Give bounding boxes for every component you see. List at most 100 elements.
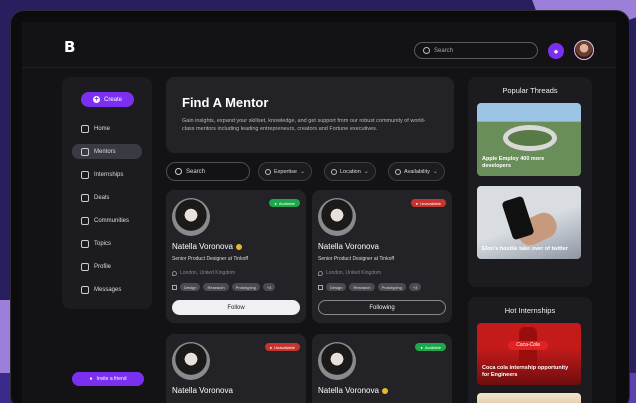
page-title: Find A Mentor xyxy=(182,95,269,110)
chevron-down-icon: ⌄ xyxy=(363,169,369,175)
mentor-location-text: London, United Kingdom xyxy=(326,270,382,276)
mentor-search-input[interactable]: Search xyxy=(166,162,250,181)
tag-chip[interactable]: Design xyxy=(180,283,201,291)
tag-chip[interactable]: Research xyxy=(349,283,375,291)
sidebar-item-profile[interactable]: Profile xyxy=(72,259,142,274)
sidebar-item-mentors[interactable]: Mentors xyxy=(72,144,142,159)
status-label: Available xyxy=(278,200,295,206)
clock-icon xyxy=(395,168,401,175)
sidebar-item-label: Messages xyxy=(94,286,122,293)
popular-threads-panel: Popular Threads Apple Employ 400 more de… xyxy=(468,77,592,287)
mentor-card[interactable]: ● Available Natella Voronova Senior Prod… xyxy=(166,190,306,323)
status-dot-icon: ● xyxy=(415,200,419,206)
mentor-location: London, United Kingdom xyxy=(318,270,381,276)
mentor-card[interactable]: ● Unavailable Natella Voronova xyxy=(166,334,306,403)
mentor-name: Natella Voronova xyxy=(172,386,233,395)
panel-title: Hot Internships xyxy=(504,306,556,315)
coca-cola-logo: Coca-Cola xyxy=(508,341,548,350)
tag-chip[interactable]: Prototyping xyxy=(377,283,406,291)
sidebar-item-communities[interactable]: Communities xyxy=(72,213,142,228)
notification-bell-icon[interactable]: ● xyxy=(548,43,564,59)
status-label: Available xyxy=(424,344,441,350)
tag-chip[interactable]: Research xyxy=(203,283,229,291)
mentor-search-placeholder: Search xyxy=(186,168,206,175)
page-description: Gain insights, expand your skillset, kno… xyxy=(182,118,426,132)
tag-more-chip[interactable]: +3 xyxy=(408,283,422,291)
mentor-name-text: Natella Voronova xyxy=(318,386,379,395)
hot-internships-panel: Hot Internships Coca-Cola Coca cola inte… xyxy=(468,297,592,403)
tag-icon xyxy=(172,284,177,290)
sidebar-item-label: Deals xyxy=(94,194,110,201)
thread-image xyxy=(503,125,557,151)
thread-card[interactable]: Apple Employ 400 more developers xyxy=(477,103,581,176)
sidebar-item-internships[interactable]: Internships xyxy=(72,167,142,182)
sidebar-item-messages[interactable]: Messages xyxy=(72,282,142,297)
tag-chip[interactable]: Design xyxy=(326,283,347,291)
status-dot-icon: ● xyxy=(269,344,273,350)
top-search-input[interactable]: Search xyxy=(414,42,538,59)
create-button-label: Create xyxy=(103,96,122,103)
sidebar-item-deals[interactable]: Deals xyxy=(72,190,142,205)
thread-card[interactable]: Elon's hostile take over of twitter xyxy=(477,186,581,259)
mentor-name: Natella Voronova xyxy=(172,242,242,251)
mentor-name: Natella Voronova xyxy=(318,242,379,251)
thread-caption: Apple Employ 400 more developers xyxy=(482,156,545,169)
verified-icon xyxy=(235,243,242,250)
mentor-card[interactable]: ● Unavailable Natella Voronova Senior Pr… xyxy=(312,190,452,323)
mentor-photo xyxy=(318,342,356,380)
invite-label: Invite a friend xyxy=(96,376,127,382)
following-button[interactable]: Following xyxy=(318,300,446,315)
internship-caption: Coca cola internship opportunity for Eng… xyxy=(482,365,569,378)
app-logo[interactable]: B xyxy=(64,40,80,55)
mentor-name-text: Natella Voronova xyxy=(172,386,233,395)
sidebar-item-label: Topics xyxy=(94,240,112,247)
mentor-photo xyxy=(172,198,210,236)
tag-chip[interactable]: Prototyping xyxy=(231,283,260,291)
mentor-photo xyxy=(318,198,356,236)
internships-icon xyxy=(81,170,89,179)
internship-card[interactable] xyxy=(477,393,581,403)
home-icon xyxy=(81,124,89,133)
availability-filter[interactable]: Availability ⌄ xyxy=(388,162,445,181)
invite-friend-button[interactable]: ● Invite a friend xyxy=(72,372,144,386)
location-icon xyxy=(331,168,337,175)
sidebar-item-home[interactable]: Home xyxy=(72,121,142,136)
mentors-icon xyxy=(81,147,89,156)
deals-icon xyxy=(81,193,89,202)
status-dot-icon: ● xyxy=(420,344,423,350)
status-badge: ● Unavailable xyxy=(410,199,446,207)
sidebar-item-topics[interactable]: Topics xyxy=(72,236,142,251)
mentor-location-text: London, United Kingdom xyxy=(180,270,236,276)
status-badge: ● Available xyxy=(269,199,300,207)
expertise-label: Expertise xyxy=(274,168,297,175)
status-label: Unavailable xyxy=(420,200,441,206)
location-filter[interactable]: Location ⌄ xyxy=(324,162,376,181)
sidebar-item-label: Mentors xyxy=(94,148,116,155)
profile-icon xyxy=(81,262,89,271)
tag-more-chip[interactable]: +3 xyxy=(262,283,276,291)
sidebar: + Create Home Mentors Internships Deals … xyxy=(62,77,152,309)
status-label: Unavailable xyxy=(274,344,295,350)
mentor-location: London, United Kingdom xyxy=(172,270,235,276)
communities-icon xyxy=(81,216,89,225)
expertise-icon xyxy=(265,168,271,175)
status-badge: ● Available xyxy=(415,343,446,351)
mentor-card[interactable]: ● Available Natella Voronova xyxy=(312,334,452,403)
location-label: Location xyxy=(340,168,361,175)
phone-image xyxy=(501,195,535,241)
tag-icon xyxy=(318,284,323,290)
mentor-role: Senior Product Designer at Tinkoff xyxy=(318,256,395,262)
follow-button[interactable]: Follow xyxy=(172,300,300,315)
search-icon xyxy=(423,47,430,54)
status-dot-icon: ● xyxy=(274,200,277,206)
mentor-name: Natella Voronova xyxy=(318,386,388,395)
expertise-filter[interactable]: Expertise ⌄ xyxy=(258,162,312,181)
user-avatar[interactable] xyxy=(574,40,594,60)
create-button[interactable]: + Create xyxy=(81,92,134,107)
internship-card[interactable]: Coca-Cola Coca cola internship opportuni… xyxy=(477,323,581,385)
sidebar-item-label: Profile xyxy=(94,263,112,270)
location-pin-icon xyxy=(318,270,323,276)
chevron-down-icon: ⌄ xyxy=(299,169,305,175)
top-bar: B Search ● xyxy=(22,22,616,68)
plus-icon: + xyxy=(92,96,100,103)
